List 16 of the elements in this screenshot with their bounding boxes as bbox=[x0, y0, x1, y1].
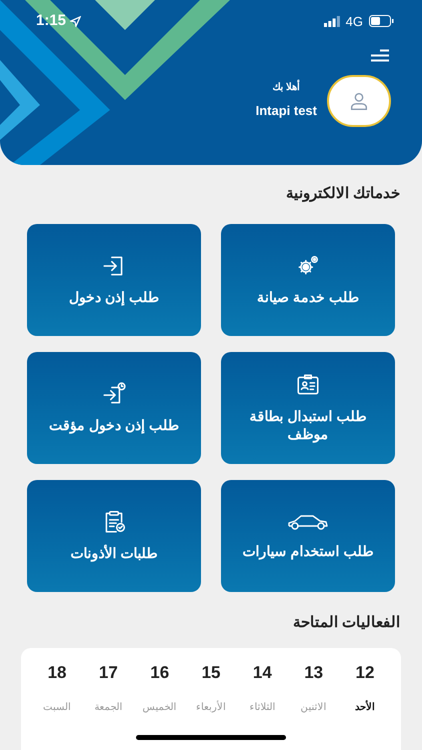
service-card[interactable]: طلب إذن دخول bbox=[27, 224, 201, 336]
greeting-text: أهلا بك bbox=[272, 80, 300, 96]
user-name: Intapi test bbox=[256, 102, 317, 120]
location-arrow-icon bbox=[70, 16, 82, 27]
menu-icon[interactable] bbox=[370, 48, 390, 62]
network-type: 4G bbox=[346, 12, 363, 30]
service-card[interactable]: طلب خدمة صيانة bbox=[221, 224, 395, 336]
service-card[interactable]: طلب إذن دخول مؤقت bbox=[27, 352, 201, 464]
battery-icon bbox=[369, 15, 394, 28]
service-card[interactable]: طلبات الأذونات bbox=[27, 480, 201, 592]
service-card[interactable]: طلب استبدال بطاقة موظف bbox=[221, 352, 395, 464]
avatar[interactable] bbox=[327, 74, 391, 126]
section-title: خدماتك الالكترونية bbox=[284, 184, 400, 204]
service-card[interactable]: طلب استخدام سيارات bbox=[221, 480, 395, 592]
signal-icon bbox=[324, 16, 340, 27]
section-title: الفعاليات المتاحة bbox=[292, 612, 400, 632]
